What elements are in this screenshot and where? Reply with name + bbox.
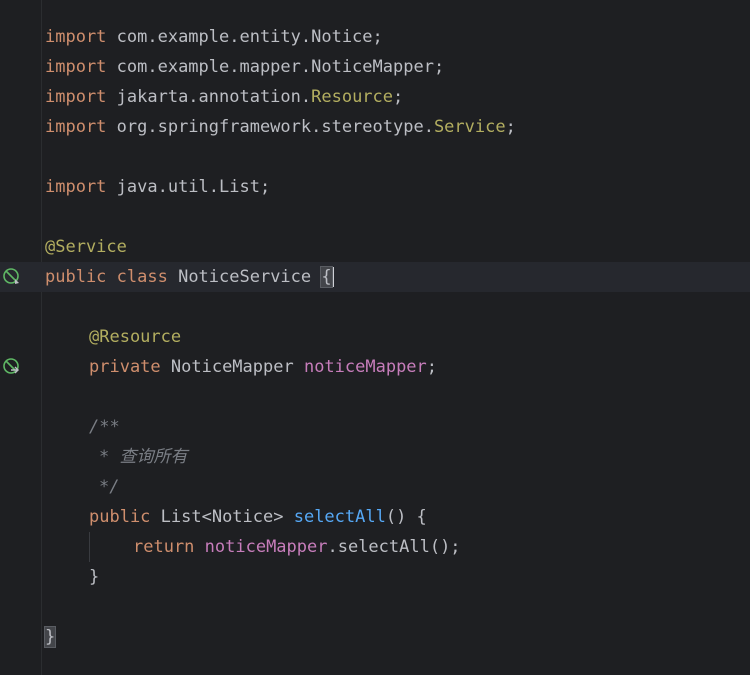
code-line[interactable]: } — [0, 622, 750, 652]
text-caret — [331, 267, 334, 287]
class-name: NoticeService — [167, 267, 322, 287]
annotation-service: @Service — [45, 237, 127, 257]
code-line-empty[interactable] — [0, 382, 750, 412]
code-lines[interactable]: import com.example.entity.Notice; import… — [0, 22, 750, 652]
code-line[interactable]: @Resource — [0, 322, 750, 352]
close-brace: } — [89, 567, 100, 587]
doc-comment-text: * 查询所有 — [99, 447, 188, 467]
code-line[interactable]: import com.example.entity.Notice; — [0, 22, 750, 52]
code-line[interactable]: import com.example.mapper.NoticeMapper; — [0, 52, 750, 82]
keyword: import — [45, 177, 107, 197]
method-params: () { — [385, 507, 427, 527]
semicolon: ; — [393, 87, 404, 107]
keyword: import — [45, 87, 107, 107]
field-name: noticeMapper — [194, 537, 328, 557]
code-line[interactable]: private NoticeMapper noticeMapper; — [0, 352, 750, 382]
code-line[interactable]: import jakarta.annotation.Resource; — [0, 82, 750, 112]
keyword: import — [45, 57, 107, 77]
code-line-current[interactable]: public class NoticeService { — [0, 262, 750, 292]
method-name: selectAll — [293, 507, 386, 527]
type-name: NoticeMapper — [160, 357, 304, 377]
import-path: com.example.mapper.NoticeMapper; — [106, 57, 445, 77]
semicolon: ; — [505, 117, 516, 137]
code-line[interactable]: import java.util.List; — [0, 172, 750, 202]
code-line-empty[interactable] — [0, 292, 750, 322]
keyword: return — [133, 537, 195, 557]
method-call: .selectAll(); — [327, 537, 461, 557]
import-path: com.example.entity.Notice; — [106, 27, 383, 47]
annotation-resource: @Resource — [89, 327, 182, 347]
return-type: List<Notice> — [150, 507, 294, 527]
code-line[interactable]: * 查询所有 — [0, 442, 750, 472]
keyword: public — [89, 507, 151, 527]
doc-comment-end: */ — [99, 477, 120, 497]
code-line-empty[interactable] — [0, 202, 750, 232]
spring-injection-icon[interactable] — [2, 357, 20, 375]
code-editor[interactable]: import com.example.entity.Notice; import… — [0, 0, 750, 675]
keyword: public — [45, 267, 107, 287]
import-class: Resource — [311, 87, 394, 107]
field-name: noticeMapper — [303, 357, 427, 377]
code-line[interactable]: return noticeMapper.selectAll(); — [0, 532, 750, 562]
code-line[interactable]: public List<Notice> selectAll() { — [0, 502, 750, 532]
import-path: jakarta.annotation. — [106, 87, 312, 107]
import-path: java.util.List; — [106, 177, 271, 197]
semicolon: ; — [426, 357, 438, 377]
keyword: import — [45, 27, 107, 47]
code-line[interactable]: */ — [0, 472, 750, 502]
code-line[interactable]: /** — [0, 412, 750, 442]
keyword: private — [89, 357, 161, 377]
doc-comment-start: /** — [89, 417, 120, 437]
indent-guide — [89, 532, 90, 562]
import-path: org.springframework.stereotype. — [106, 117, 434, 137]
open-brace: { — [320, 266, 333, 288]
spring-bean-icon[interactable] — [2, 267, 20, 285]
code-line[interactable]: } — [0, 562, 750, 592]
close-brace: } — [43, 626, 57, 648]
code-line-empty[interactable] — [0, 142, 750, 172]
code-line[interactable]: import org.springframework.stereotype.Se… — [0, 112, 750, 142]
keyword: import — [45, 117, 107, 137]
code-line-empty[interactable] — [0, 592, 750, 622]
import-class: Service — [433, 117, 506, 137]
keyword: class — [106, 267, 168, 287]
code-line[interactable]: @Service — [0, 232, 750, 262]
